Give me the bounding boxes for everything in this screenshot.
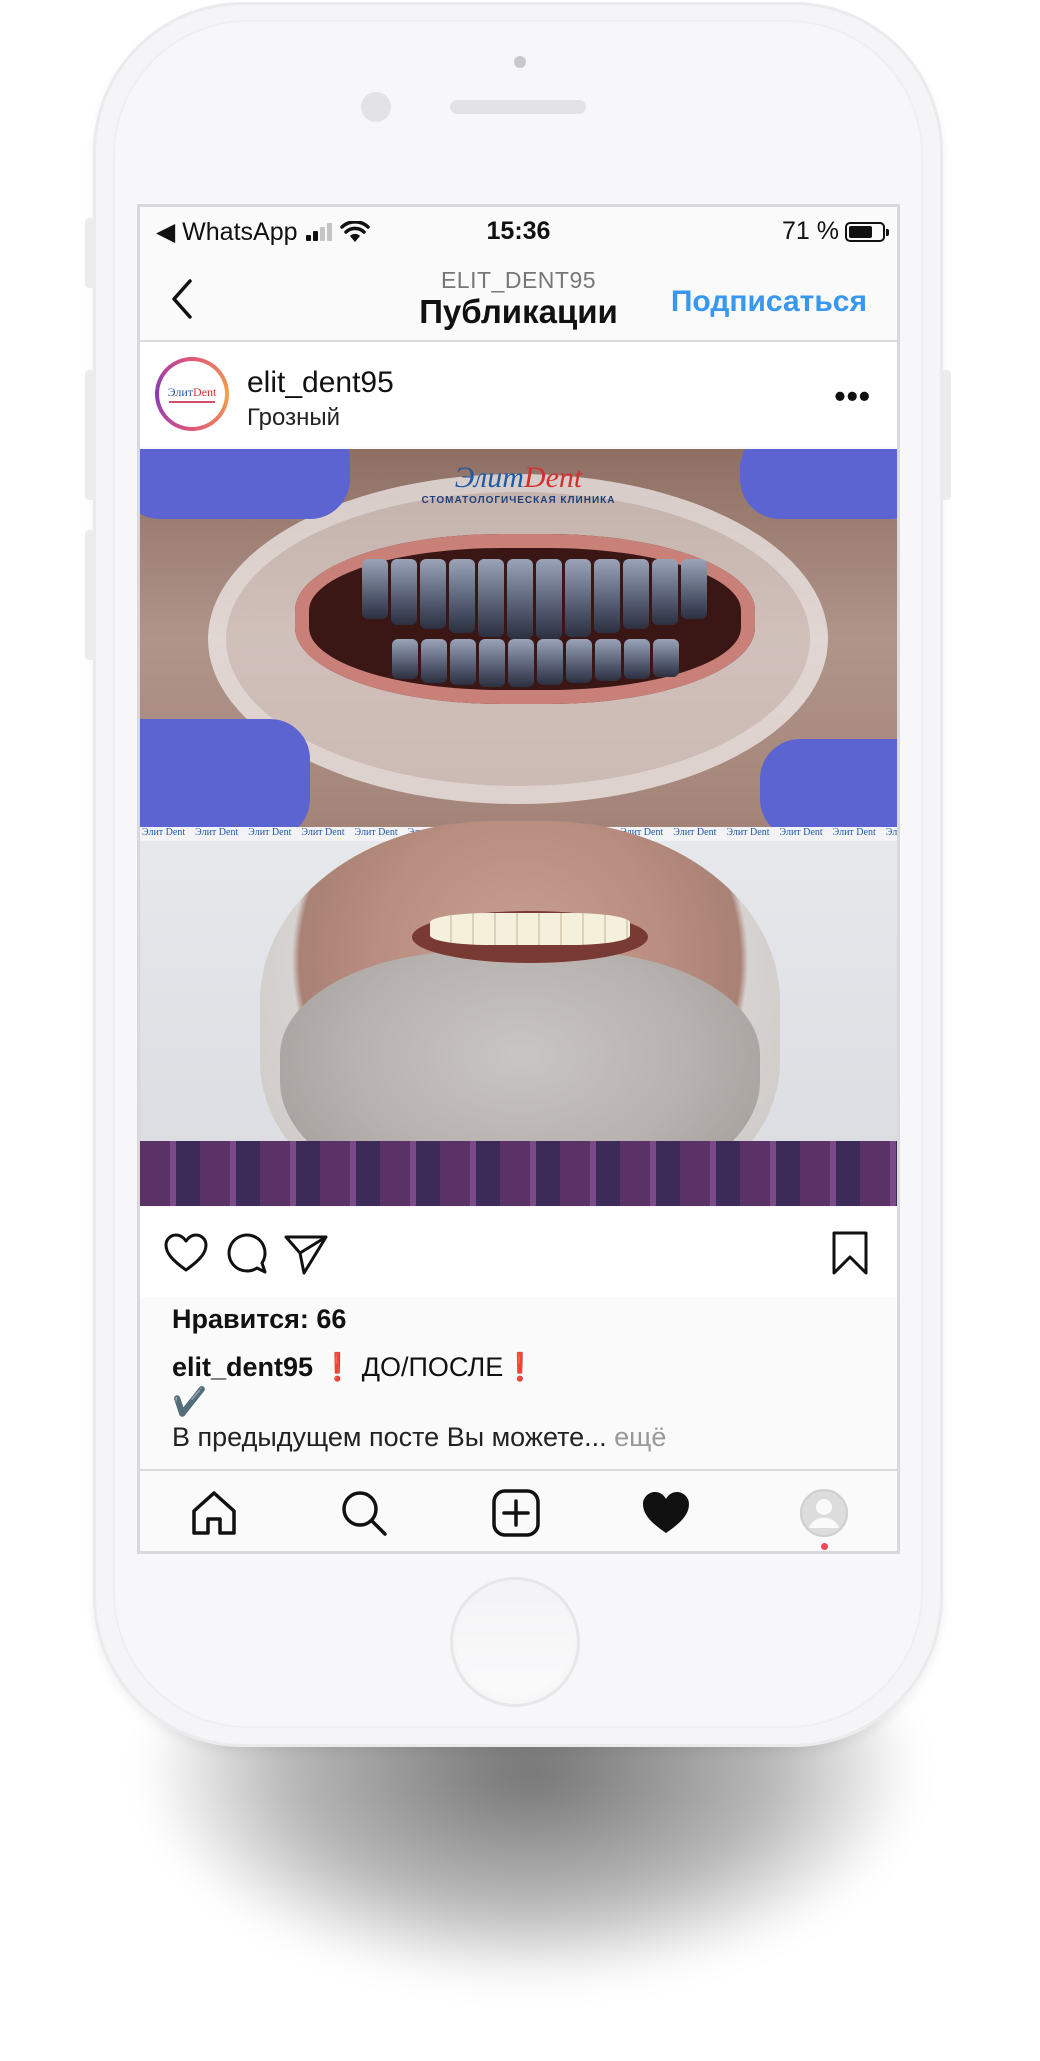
front-sensor [514, 56, 526, 68]
strip-watermark: Элит Dent [885, 827, 897, 838]
volume-up-button [85, 370, 95, 500]
activity-heart-icon[interactable] [640, 1487, 692, 1539]
caption-more-link[interactable]: ещё [607, 1422, 666, 1452]
profile-icon[interactable] [798, 1487, 850, 1539]
lower-teeth [392, 639, 679, 687]
likes-count[interactable]: Нравится: 66 [172, 1304, 346, 1335]
notification-dot [821, 1543, 828, 1550]
strip-watermark: Элит Dent [832, 827, 876, 838]
glove-bottom-right [760, 739, 897, 839]
strip-watermark: Элит Dent [142, 827, 186, 838]
tab-bar [140, 1469, 897, 1551]
home-button[interactable] [450, 1577, 580, 1707]
add-post-icon[interactable] [490, 1487, 542, 1539]
avatar[interactable]: ЭлитDent [155, 357, 229, 431]
search-icon[interactable] [338, 1487, 390, 1539]
strip-watermark: Элит Dent [779, 827, 823, 838]
watermark-brand: ЭлитDent [454, 461, 583, 494]
strip-watermark: Элит Dent [726, 827, 770, 838]
avatar-divider [169, 400, 215, 403]
post-image[interactable]: ЭлитDent СТОМАТОЛОГИЧЕСКАЯ КЛИНИКА Элит … [140, 449, 897, 1206]
caption-preview: В предыдущем посте Вы можете... ещё [172, 1422, 666, 1453]
post-username[interactable]: elit_dent95 [247, 366, 394, 400]
more-options-icon[interactable]: ••• [834, 378, 871, 415]
before-photo: ЭлитDent СТОМАТОЛОГИЧЕСКАЯ КЛИНИКА [140, 449, 897, 839]
follow-button[interactable]: Подписаться [671, 285, 867, 319]
after-photo [140, 821, 897, 1206]
status-bar: ◀ WhatsApp 15:36 71 % [140, 207, 897, 255]
volume-down-button [85, 530, 95, 660]
battery-icon [845, 221, 889, 242]
earpiece-speaker [450, 100, 586, 114]
upper-teeth [362, 559, 707, 639]
battery-level [849, 225, 872, 238]
front-camera [361, 92, 391, 122]
caption-text: ДО/ПОСЛЕ [354, 1352, 504, 1382]
comment-icon[interactable] [222, 1229, 270, 1277]
avatar-brand-text: ЭлитDent [167, 384, 217, 399]
caption-username[interactable]: elit_dent95 [172, 1352, 313, 1382]
share-paper-plane-icon[interactable] [282, 1229, 330, 1277]
avatar-logo: ЭлитDent [159, 361, 225, 427]
home-icon[interactable] [188, 1487, 240, 1539]
mute-switch [85, 218, 95, 288]
exclamation-mark-icon-2: ❗ [503, 1352, 537, 1382]
post-actions [140, 1207, 897, 1297]
screen: ◀ WhatsApp 15:36 71 % ELIT_DENT95 Публик… [140, 207, 897, 1551]
clinic-watermark: ЭлитDent СТОМАТОЛОГИЧЕСКАЯ КЛИНИКА [140, 461, 897, 506]
power-button [941, 370, 951, 500]
caption-line: В предыдущем посте Вы можете... [172, 1422, 607, 1452]
post-location[interactable]: Грозный [247, 404, 340, 432]
post-caption: elit_dent95 ❗ ДО/ПОСЛЕ❗ [172, 1349, 872, 1385]
status-right: 71 % [782, 217, 889, 246]
exclamation-mark-icon: ❗ [320, 1352, 355, 1382]
post-header: ЭлитDent elit_dent95 Грозный ••• [140, 342, 897, 447]
strip-watermark: Элит Dent [248, 827, 292, 838]
bookmark-icon[interactable] [826, 1229, 874, 1277]
strip-watermark: Элит Dent [673, 827, 717, 838]
watermark-subtitle: СТОМАТОЛОГИЧЕСКАЯ КЛИНИКА [421, 495, 616, 506]
like-heart-icon[interactable] [162, 1229, 210, 1277]
strip-watermark: Элит Dent [301, 827, 345, 838]
glove-bottom-left [140, 719, 310, 839]
check-mark-icon: ✔️ [172, 1386, 207, 1417]
plaid-shirt [140, 1141, 897, 1206]
battery-percent: 71 % [782, 217, 839, 245]
new-teeth [430, 913, 630, 945]
strip-watermark: Элит Dent [195, 827, 239, 838]
nav-bar: ELIT_DENT95 Публикации Подписаться [140, 255, 897, 342]
